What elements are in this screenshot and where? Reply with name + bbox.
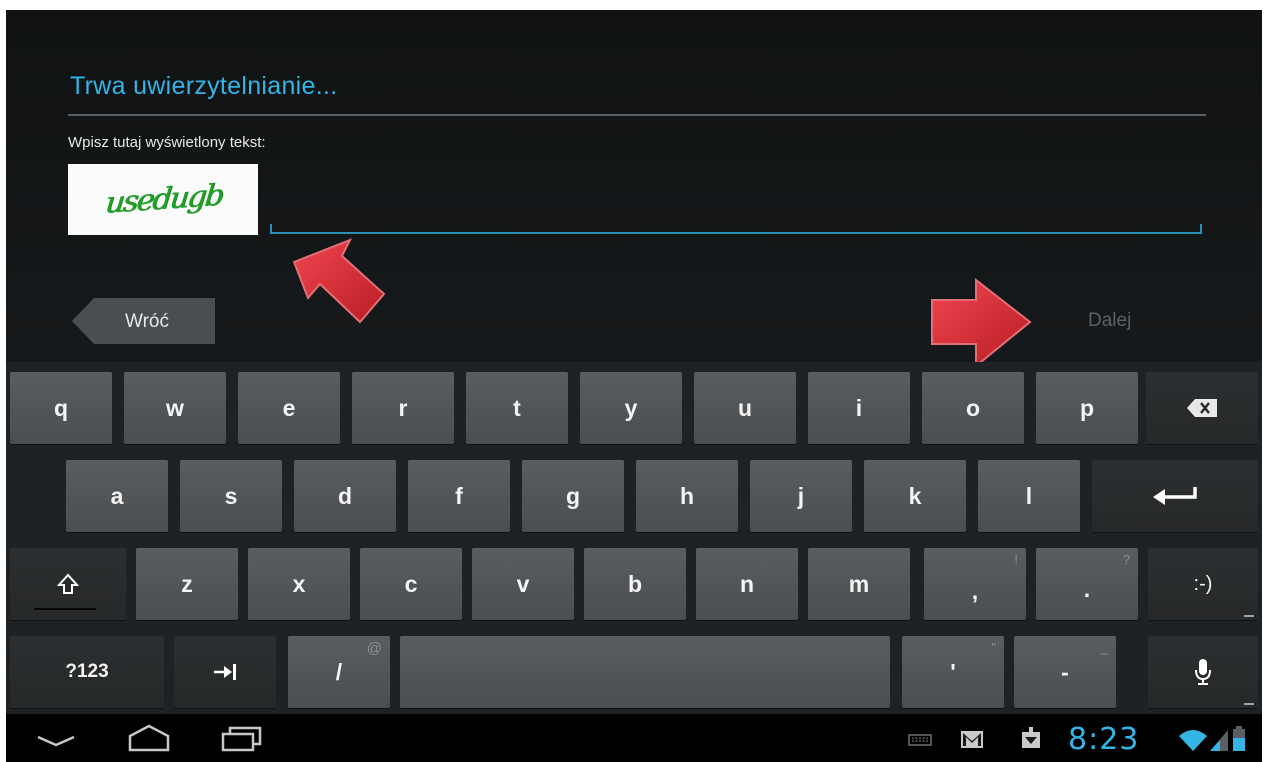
captcha-input[interactable] — [270, 186, 1202, 234]
hide-keyboard-icon[interactable] — [36, 734, 76, 748]
key-period[interactable]: . ? — [1036, 548, 1138, 620]
key-shift[interactable] — [10, 548, 126, 620]
period-hint: ? — [1122, 552, 1130, 567]
key-apostrophe[interactable]: ' " — [902, 636, 1004, 708]
recent-apps-icon[interactable] — [220, 726, 264, 752]
keyboard-notification-icon — [908, 734, 932, 746]
key-slash[interactable]: / @ — [288, 636, 390, 708]
download-notification-icon — [1022, 727, 1040, 748]
signal-strength-icon — [1210, 730, 1228, 751]
key-symbols[interactable]: ?123 — [10, 636, 164, 708]
microphone-icon — [1195, 659, 1211, 685]
apostrophe-hint: " — [991, 640, 996, 655]
next-button[interactable]: Dalej — [1088, 310, 1131, 332]
wifi-icon — [1179, 730, 1207, 751]
slash-hint: @ — [366, 640, 382, 657]
key-t[interactable]: t — [466, 372, 568, 444]
key-o[interactable]: o — [922, 372, 1024, 444]
more-options-indicator — [1244, 703, 1254, 705]
key-a[interactable]: a — [66, 460, 168, 532]
key-k[interactable]: k — [864, 460, 966, 532]
key-voice-input[interactable] — [1148, 636, 1258, 708]
key-comma[interactable]: , ! — [924, 548, 1026, 620]
key-i[interactable]: i — [808, 372, 910, 444]
key-j[interactable]: j — [750, 460, 852, 532]
title-divider — [68, 114, 1206, 116]
back-button-label: Wróć — [125, 311, 169, 332]
key-n[interactable]: n — [696, 548, 798, 620]
key-v[interactable]: v — [472, 548, 574, 620]
key-f[interactable]: f — [408, 460, 510, 532]
key-d[interactable]: d — [294, 460, 396, 532]
input-underline-right-tick — [1200, 224, 1202, 232]
gmail-icon — [961, 731, 983, 748]
key-q[interactable]: q — [10, 372, 112, 444]
comma-hint: ! — [1014, 552, 1018, 567]
key-c[interactable]: c — [360, 548, 462, 620]
enter-icon — [1153, 487, 1197, 505]
red-arrow-right-icon — [931, 278, 1032, 368]
dialog-title: Trwa uwierzytelnianie... — [70, 72, 338, 100]
backspace-icon — [1187, 399, 1217, 417]
key-dash[interactable]: - _ — [1014, 636, 1116, 708]
status-clock: 8:23 — [1068, 722, 1140, 757]
key-l[interactable]: l — [978, 460, 1080, 532]
key-g[interactable]: g — [522, 460, 624, 532]
shift-icon — [57, 573, 79, 594]
key-b[interactable]: b — [584, 548, 686, 620]
key-y[interactable]: y — [580, 372, 682, 444]
red-arrow-up-left-icon — [292, 238, 386, 324]
home-icon[interactable] — [126, 724, 172, 752]
key-backspace[interactable] — [1146, 372, 1258, 444]
tab-icon — [214, 664, 236, 680]
key-e[interactable]: e — [238, 372, 340, 444]
key-z[interactable]: z — [136, 548, 238, 620]
back-button[interactable]: Wróć — [72, 298, 215, 344]
captcha-image: usedugb — [68, 164, 258, 235]
key-x[interactable]: x — [248, 548, 350, 620]
key-tab[interactable] — [174, 636, 276, 708]
key-p[interactable]: p — [1036, 372, 1138, 444]
battery-icon — [1233, 726, 1245, 751]
captcha-prompt: Wpisz tutaj wyświetlony tekst: — [68, 134, 266, 151]
key-s[interactable]: s — [180, 460, 282, 532]
input-underline-left-tick — [270, 224, 272, 232]
soft-keyboard: q w e r t y u i o p a s d f g h j k l z … — [6, 362, 1262, 714]
key-m[interactable]: m — [808, 548, 910, 620]
key-space[interactable] — [400, 636, 890, 708]
android-screen: Trwa uwierzytelnianie... Wpisz tutaj wyś… — [6, 10, 1262, 762]
shift-indicator — [34, 608, 96, 610]
key-enter[interactable] — [1092, 460, 1258, 532]
more-options-indicator — [1244, 615, 1254, 617]
dash-hint: _ — [1100, 640, 1108, 655]
key-smiley[interactable]: :-) — [1148, 548, 1258, 620]
key-w[interactable]: w — [124, 372, 226, 444]
key-r[interactable]: r — [352, 372, 454, 444]
key-h[interactable]: h — [636, 460, 738, 532]
system-navigation-bar: 8:23 — [6, 714, 1262, 762]
captcha-word: usedugb — [103, 178, 224, 221]
key-u[interactable]: u — [694, 372, 796, 444]
